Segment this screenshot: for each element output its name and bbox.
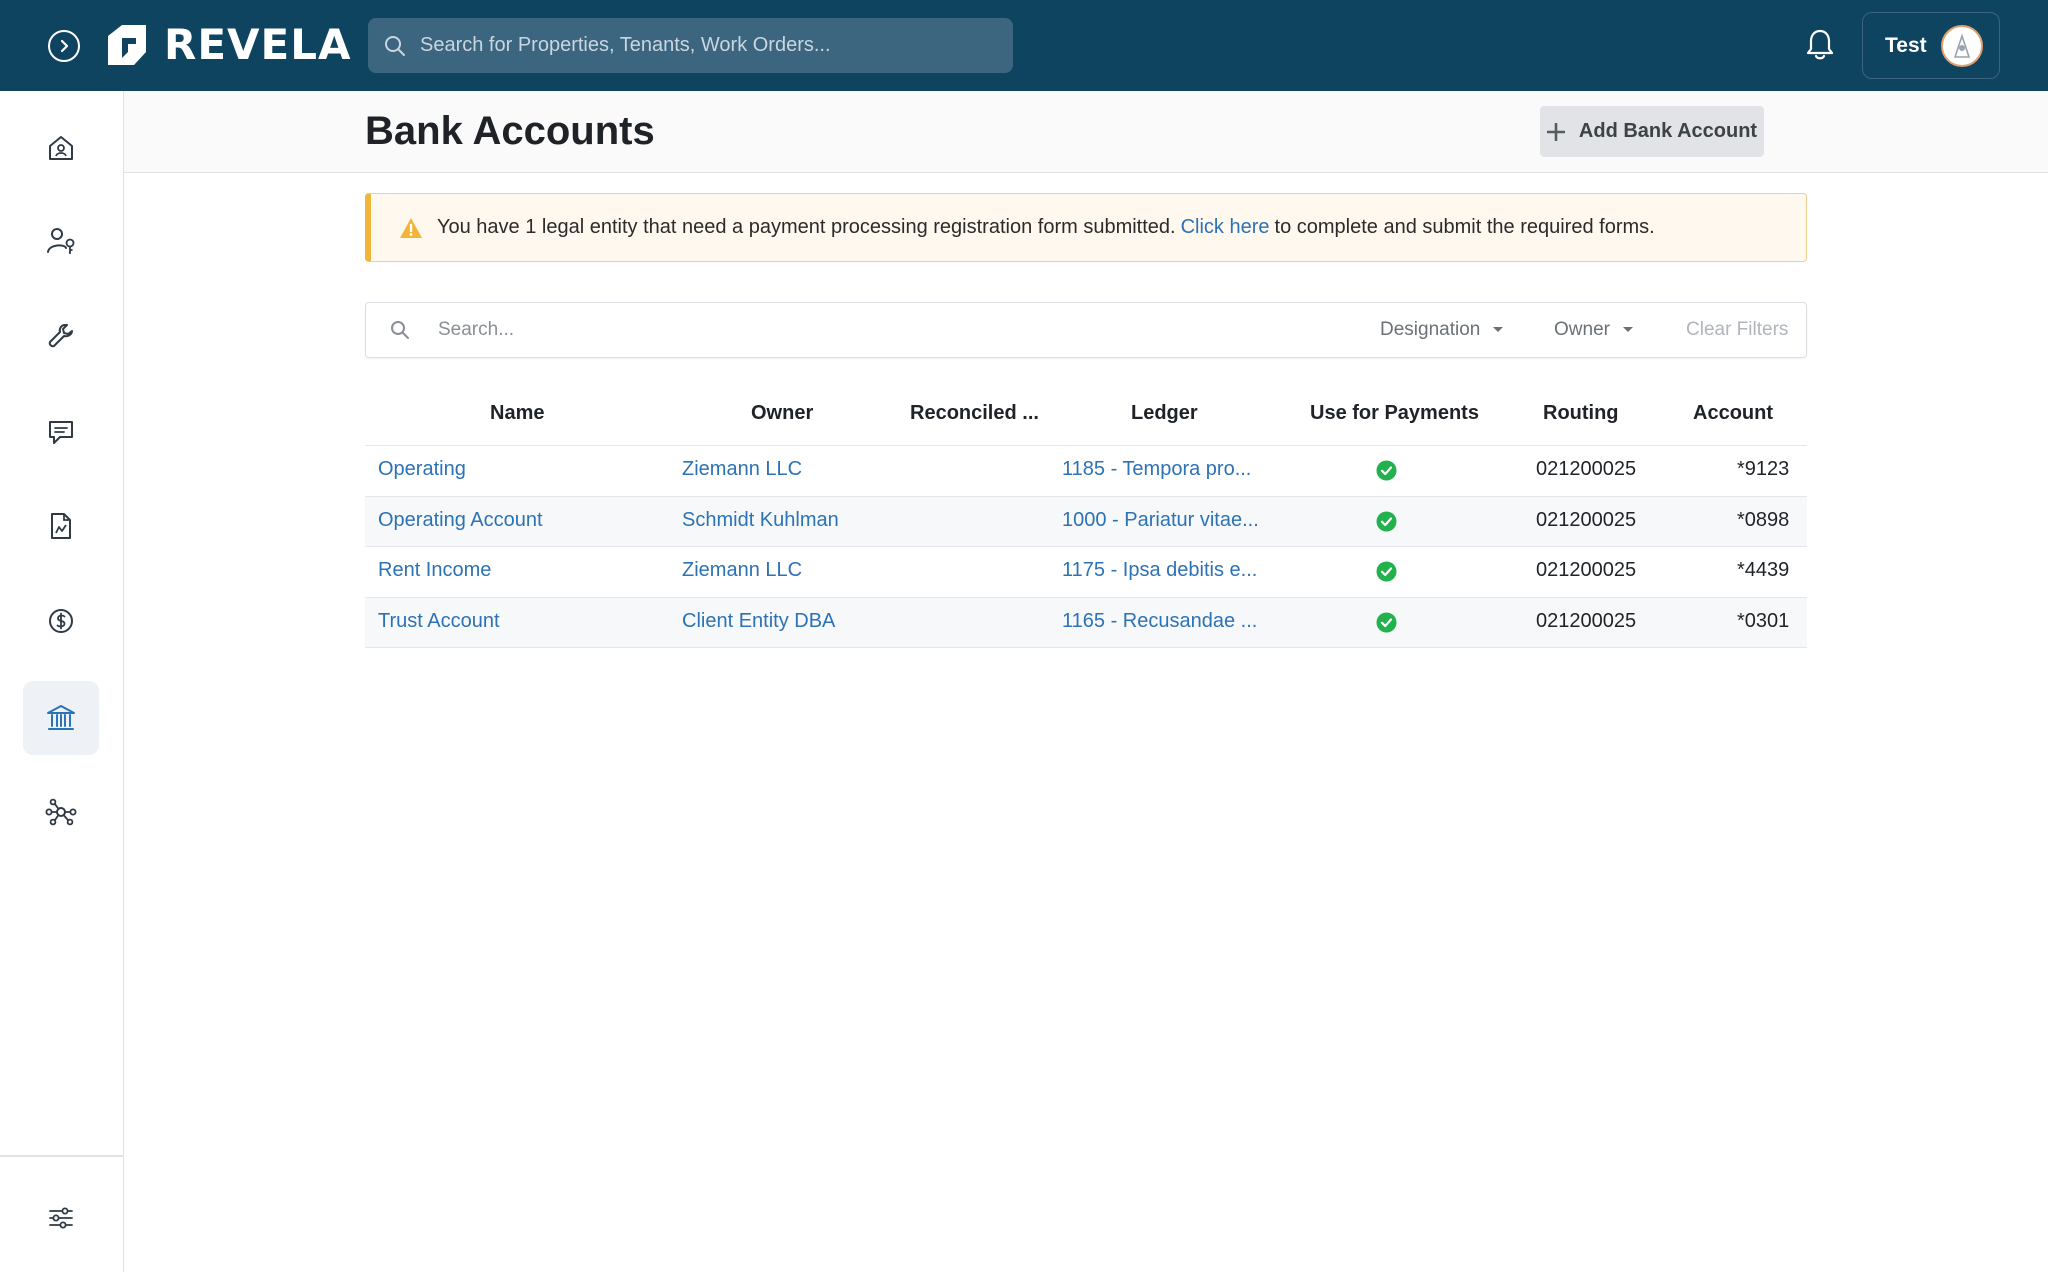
user-name: Test: [1885, 33, 1927, 57]
document-icon: [51, 513, 71, 539]
account-number: *9123: [1737, 458, 1790, 480]
table-row[interactable]: Operating Account Schmidt Kuhlman 1000 -…: [365, 496, 1807, 547]
home-icon: [49, 136, 73, 160]
bell-icon: [1806, 29, 1834, 60]
page-header: Bank Accounts Add Bank Account: [124, 91, 2048, 173]
account-name-link[interactable]: Operating: [378, 458, 466, 481]
ledger-link[interactable]: 1185 - Tempora pro...: [1062, 458, 1251, 481]
caret-down-icon: [1622, 327, 1633, 332]
owner-filter-label: Owner: [1554, 319, 1610, 340]
add-bank-account-label: Add Bank Account: [1578, 120, 1758, 142]
check-circle-icon: [1376, 612, 1397, 632]
sidebar-item-people[interactable]: [23, 204, 99, 278]
column-header-reconciled[interactable]: Reconciled ...: [910, 402, 1039, 425]
wrench-icon: [48, 324, 73, 348]
top-bar: REVELA Test: [0, 0, 2048, 91]
account-name-link[interactable]: Trust Account: [378, 610, 500, 633]
chevron-right-icon: [60, 39, 69, 53]
owner-link[interactable]: Schmidt Kuhlman: [682, 509, 839, 532]
logo-mark-icon: [108, 24, 146, 65]
payment-registration-alert: You have 1 legal entity that need a paym…: [365, 193, 1807, 262]
routing-number: 021200025: [1536, 559, 1637, 581]
sidebar-item-accounting[interactable]: [23, 584, 99, 658]
owner-filter-dropdown[interactable]: Owner: [1554, 319, 1634, 341]
notifications-button[interactable]: [1804, 28, 1836, 67]
sidebar-item-messages[interactable]: [23, 395, 99, 469]
ledger-link[interactable]: 1175 - Ipsa debitis e...: [1062, 559, 1257, 582]
table-row[interactable]: Operating Ziemann LLC 1185 - Tempora pro…: [365, 446, 1807, 497]
sidebar: [0, 91, 124, 1272]
sidebar-item-reports[interactable]: [23, 489, 99, 563]
ledger-link[interactable]: 1165 - Recusandae ...: [1062, 610, 1257, 633]
designation-filter-label: Designation: [1380, 319, 1481, 340]
routing-number: 021200025: [1536, 458, 1637, 480]
column-header-ledger[interactable]: Ledger: [1131, 402, 1198, 425]
global-search-bar[interactable]: [368, 18, 1013, 73]
table-row[interactable]: Rent Income Ziemann LLC 1175 - Ipsa debi…: [365, 547, 1807, 598]
search-icon: [385, 35, 405, 56]
people-icon: [47, 228, 75, 254]
account-number: *0898: [1737, 508, 1790, 531]
sidebar-item-home[interactable]: [23, 111, 99, 185]
column-header-name[interactable]: Name: [490, 402, 544, 425]
warning-icon: [400, 217, 422, 238]
brand-name: REVELA: [164, 20, 352, 69]
bank-accounts-table: Name Owner Reconciled ... Ledger Use for…: [365, 386, 1807, 648]
routing-number: 021200025: [1536, 508, 1637, 531]
plus-icon: [1546, 122, 1565, 141]
search-icon: [391, 321, 409, 339]
global-search-input[interactable]: [420, 34, 980, 57]
account-name-link[interactable]: Operating Account: [378, 509, 543, 532]
revela-logo[interactable]: REVELA: [104, 20, 352, 69]
account-number: *0301: [1737, 609, 1790, 632]
check-circle-icon: [1376, 511, 1397, 531]
sidebar-item-banking[interactable]: [23, 681, 99, 755]
add-bank-account-button[interactable]: Add Bank Account: [1540, 106, 1764, 157]
column-header-account[interactable]: Account: [1693, 402, 1773, 425]
table-search-input[interactable]: [438, 315, 1038, 345]
chat-icon: [49, 421, 73, 444]
check-circle-icon: [1376, 561, 1397, 582]
column-header-owner[interactable]: Owner: [751, 402, 813, 425]
settings-sliders-icon: [49, 1207, 73, 1229]
account-name-link[interactable]: Rent Income: [378, 559, 491, 582]
user-avatar-icon: [1953, 32, 1970, 58]
bank-icon: [47, 705, 75, 730]
account-number: *4439: [1737, 559, 1790, 581]
avatar: [1940, 24, 1983, 67]
designation-filter-dropdown[interactable]: Designation: [1380, 319, 1504, 341]
alert-text: You have 1 legal entity that need a paym…: [437, 216, 1176, 238]
alert-click-here-link[interactable]: Click here: [1181, 216, 1270, 239]
sidebar-item-integrations[interactable]: [23, 775, 99, 849]
column-header-use-for-payments[interactable]: Use for Payments: [1310, 402, 1479, 425]
routing-number: 021200025: [1536, 609, 1637, 632]
column-header-routing[interactable]: Routing: [1543, 402, 1619, 425]
caret-down-icon: [1493, 327, 1504, 332]
table-row[interactable]: Trust Account Client Entity DBA 1165 - R…: [365, 597, 1807, 648]
owner-link[interactable]: Ziemann LLC: [682, 458, 802, 481]
dollar-icon: [49, 609, 73, 633]
page-title: Bank Accounts: [365, 109, 655, 153]
sidebar-item-settings[interactable]: [23, 1181, 99, 1255]
ledger-link[interactable]: 1000 - Pariatur vitae...: [1062, 509, 1259, 532]
check-circle-icon: [1376, 460, 1397, 481]
user-menu-button[interactable]: Test: [1862, 12, 2000, 79]
clear-filters-button[interactable]: Clear Filters: [1686, 319, 1788, 341]
owner-link[interactable]: Client Entity DBA: [682, 610, 835, 633]
sidebar-divider: [0, 1155, 124, 1157]
sidebar-item-maintenance[interactable]: [23, 299, 99, 373]
expand-sidebar-button[interactable]: [48, 30, 80, 62]
owner-link[interactable]: Ziemann LLC: [682, 559, 802, 582]
network-icon: [45, 798, 77, 826]
table-header: Name Owner Reconciled ... Ledger Use for…: [365, 386, 1807, 446]
alert-text-after: to complete and submit the required form…: [1274, 216, 1655, 238]
filter-bar: Designation Owner Clear Filters: [365, 302, 1807, 358]
